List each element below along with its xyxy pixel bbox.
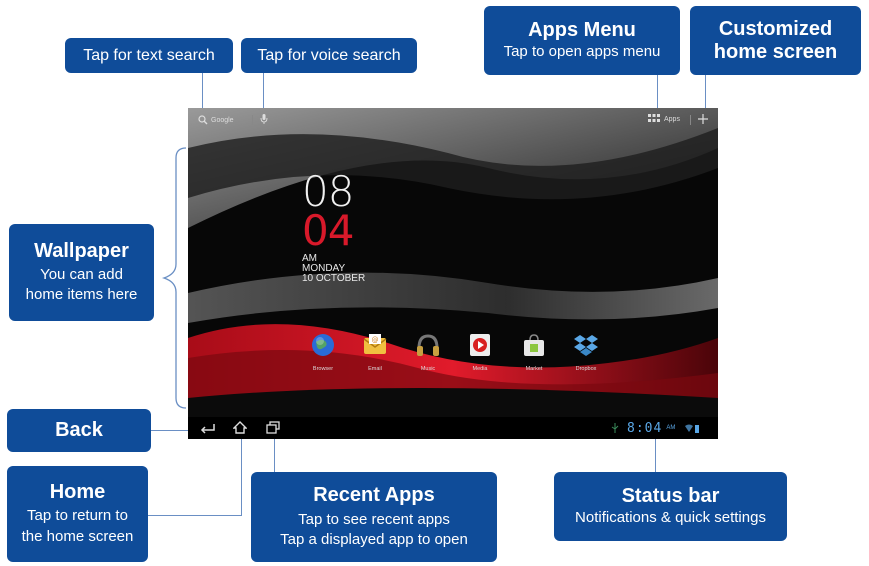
system-bar: 8:04 AM [188,417,718,439]
wifi-icon [685,424,694,432]
battery-icon [695,424,700,433]
callout-recent-apps: Recent Apps Tap to see recent apps Tap a… [251,472,497,562]
play-icon [470,334,490,356]
search-label: Google [211,116,234,124]
clock-widget[interactable]: 08 04 AM MONDAY 10 OCTOBER [302,171,366,284]
headphones-icon [417,334,439,356]
callout-wallpaper-title: Wallpaper [34,239,129,262]
wallpaper-image [188,108,718,439]
app-label: Browser [312,366,334,372]
wallpaper-bracket [161,147,187,409]
microphone-icon[interactable] [260,113,268,125]
callout-text-search: Tap for text search [65,38,233,73]
apps-grid-icon [648,114,660,122]
callout-wallpaper-line1: You can add [40,265,123,283]
callout-wallpaper: Wallpaper You can add home items here [9,224,154,321]
connector-home-v [241,434,242,516]
callout-home-title: Home [49,481,106,504]
home-top-bar: Google Apps [188,108,718,130]
search-icon [198,115,208,125]
callout-apps-menu-title: Apps Menu [528,18,636,41]
callout-home: Home Tap to return to the home screen [7,466,148,562]
tablet-screen: Google Apps 08 04 AM MONDAY 10 OCTOBER B… [188,108,718,439]
status-ampm: AM [666,425,676,431]
callout-text-search-label: Tap for text search [83,46,215,64]
add-icon[interactable] [698,114,708,124]
back-icon[interactable] [200,422,216,434]
search-widget[interactable]: Google [198,114,234,126]
connector-home-h [148,515,242,516]
connector-text-search [202,73,203,113]
connector-voice-search [263,73,264,113]
app-dropbox[interactable]: Dropbox [558,333,614,372]
callout-recent-line1: Tap to see recent apps [298,510,450,528]
callout-customized-line1: Customized [718,17,833,40]
email-icon: @ [363,334,387,354]
app-email[interactable]: @ Email [347,333,403,372]
status-time: 8:04 [627,420,663,436]
callout-apps-menu-sub: Tap to open apps menu [503,42,661,60]
callout-back-title: Back [55,419,103,441]
app-label: Market [525,366,543,372]
status-area[interactable]: 8:04 AM [611,420,700,436]
callout-status-bar: Status bar Notifications & quick setting… [554,472,787,541]
clock-minute: 04 [302,206,354,255]
app-dock: Browser @ Email Music Media Market Dropb… [188,333,718,373]
divider [690,115,691,125]
app-label: Music [420,366,436,372]
callout-apps-menu: Apps Menu Tap to open apps menu [484,6,680,75]
callout-voice-search: Tap for voice search [241,38,417,73]
callout-status-title: Status bar [621,484,720,507]
callout-status-sub: Notifications & quick settings [575,508,766,526]
market-bag-icon [524,334,544,356]
app-label: Email [368,366,382,372]
usb-icon [611,423,619,433]
app-media[interactable]: Media [452,333,508,372]
connector-status [655,434,656,472]
callout-home-line1: Tap to return to [27,507,128,525]
app-label: Dropbox [575,366,597,372]
home-icon[interactable] [233,421,247,434]
apps-menu-button[interactable]: Apps [648,114,680,124]
dropbox-icon [574,335,598,356]
callout-wallpaper-line2: home items here [25,286,138,303]
divider [252,115,253,125]
globe-icon [312,334,334,356]
app-music[interactable]: Music [400,333,456,372]
callout-voice-search-label: Tap for voice search [257,46,401,64]
callout-recent-title: Recent Apps [313,483,435,506]
callout-recent-line2: Tap a displayed app to open [280,531,468,548]
app-browser[interactable]: Browser [295,333,351,372]
callout-customized-line2: home screen [713,40,838,63]
callout-customized: Customized home screen [690,6,861,75]
app-label: Media [472,366,488,372]
clock-date: 10 OCTOBER [302,273,366,284]
callout-back: Back [7,409,151,452]
connector-recent [274,434,275,474]
callout-home-line2: the home screen [21,527,134,545]
recent-apps-icon[interactable] [266,421,280,434]
svg-text:@: @ [372,336,379,344]
app-market[interactable]: Market [506,333,562,372]
apps-label: Apps [664,115,680,123]
